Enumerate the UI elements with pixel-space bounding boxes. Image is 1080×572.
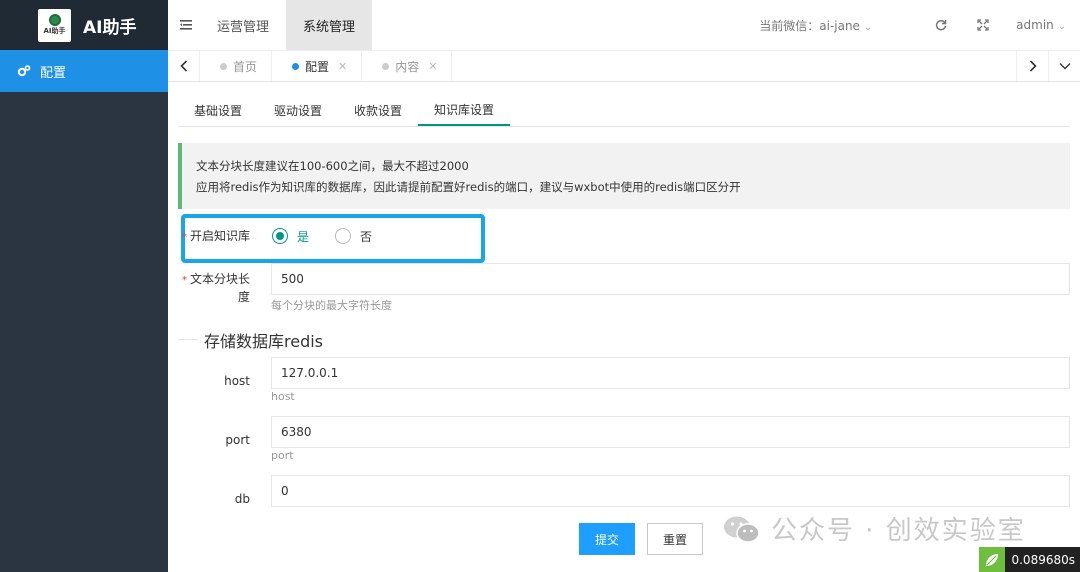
page-tabs-bar: 首页 配置 ✕ 内容 ✕ (168, 51, 1080, 82)
port-input[interactable]: 6380 (271, 416, 1070, 448)
logo-gear-icon (48, 14, 61, 26)
port-hint: port (271, 449, 294, 462)
chevron-right-icon (1029, 60, 1037, 72)
sidebar-item-config[interactable]: 配置 (0, 50, 168, 92)
gears-icon (17, 64, 31, 78)
db-label: db (234, 492, 250, 506)
wechat-selector[interactable]: 当前微信：ai-jane ⌄ (759, 17, 872, 34)
refresh-icon[interactable] (933, 17, 949, 33)
user-menu[interactable]: admin ⌄ (1016, 18, 1066, 32)
close-icon[interactable]: ✕ (338, 60, 347, 73)
leaf-icon (979, 547, 1006, 572)
notice-line: 文本分块长度建议在100-600之间，最大不超过2000 (196, 159, 469, 173)
notice-box: 文本分块长度建议在100-600之间，最大不超过2000 应用将redis作为知… (178, 143, 1070, 209)
close-icon[interactable]: ✕ (428, 60, 437, 73)
top-header: 运营管理 系统管理 当前微信：ai-jane ⌄ admin ⌄ (168, 0, 1080, 51)
watermark: 公众号 · 创效实验室 (723, 510, 1026, 547)
tabs-dropdown-button[interactable] (1048, 51, 1080, 81)
timer-badge: 0.089680s (979, 547, 1080, 572)
reset-button[interactable]: 重置 (647, 523, 703, 555)
enable-kb-label: * 开启知识库 (181, 229, 250, 243)
chunk-row: * 文本分块长 度 500 每个分块的最大字符长度 (178, 263, 1070, 312)
tab-driver-settings[interactable]: 驱动设置 (258, 95, 338, 126)
logo-text: AI助手 (43, 27, 66, 35)
submit-button[interactable]: 提交 (579, 523, 635, 555)
chevron-down-icon: ⌄ (863, 21, 873, 33)
enable-kb-row: * 开启知识库 是 否 (178, 228, 1070, 246)
radio-unchecked-icon (335, 228, 352, 244)
timer-text: 0.089680s (1005, 547, 1080, 572)
sidebar-item-label: 配置 (40, 65, 67, 81)
brand: AI助手 AI助手 (0, 0, 168, 50)
chevron-down-icon: ⌄ (1057, 21, 1066, 32)
wechat-icon (724, 516, 760, 543)
tabs-next-button[interactable] (1016, 51, 1048, 81)
radio-checked-icon (272, 228, 288, 244)
fullscreen-icon[interactable] (975, 17, 991, 33)
tab-basic-settings[interactable]: 基础设置 (178, 95, 258, 126)
radio-no[interactable]: 否 (335, 228, 372, 245)
main-content: 基础设置 驱动设置 收款设置 知识库设置 文本分块长度建议在100-600之间，… (168, 82, 1080, 572)
host-label: host (224, 374, 250, 388)
chevron-down-icon (1059, 63, 1070, 70)
host-input[interactable]: 127.0.0.1 (271, 357, 1070, 389)
tab-dot (292, 62, 300, 70)
port-label: port (225, 433, 250, 447)
chunk-length-input[interactable]: 500 (271, 263, 1070, 295)
tab-knowledge-settings[interactable]: 知识库设置 (418, 95, 511, 126)
radio-yes[interactable]: 是 (272, 228, 309, 245)
page-tab-config[interactable]: 配置 ✕ (272, 51, 363, 81)
tab-dot (382, 62, 390, 70)
page-tab-content[interactable]: 内容 ✕ (362, 51, 453, 81)
settings-tabs: 基础设置 驱动设置 收款设置 知识库设置 (178, 95, 1070, 127)
section-divider (178, 339, 198, 340)
tab-payment-settings[interactable]: 收款设置 (338, 95, 418, 126)
tab-dot (220, 62, 227, 70)
chunk-label: * 文本分块长 度 (181, 272, 250, 304)
db-row: db 0 (178, 475, 1070, 507)
chunk-hint: 每个分块的最大字符长度 (271, 299, 392, 312)
notice-line: 应用将redis作为知识库的数据库，因此请提前配置好redis的端口，建议与wx… (196, 180, 741, 194)
app-logo: AI助手 (38, 8, 71, 42)
top-tab-system[interactable]: 系统管理 (286, 0, 373, 50)
menu-toggle-icon[interactable] (172, 0, 200, 50)
chevron-left-icon (179, 60, 187, 72)
tabs-prev-button[interactable] (168, 51, 200, 81)
host-hint: host (271, 390, 295, 403)
host-row: host 127.0.0.1 host (178, 357, 1070, 407)
page-tab-home[interactable]: 首页 (200, 51, 273, 81)
section-title: 存储数据库redis (204, 332, 324, 351)
app-name: AI助手 (83, 17, 137, 38)
sidebar: AI助手 AI助手 配置 (0, 0, 168, 572)
db-input[interactable]: 0 (271, 475, 1070, 507)
top-tab-operations[interactable]: 运营管理 (200, 0, 286, 50)
port-row: port 6380 port (178, 416, 1070, 466)
